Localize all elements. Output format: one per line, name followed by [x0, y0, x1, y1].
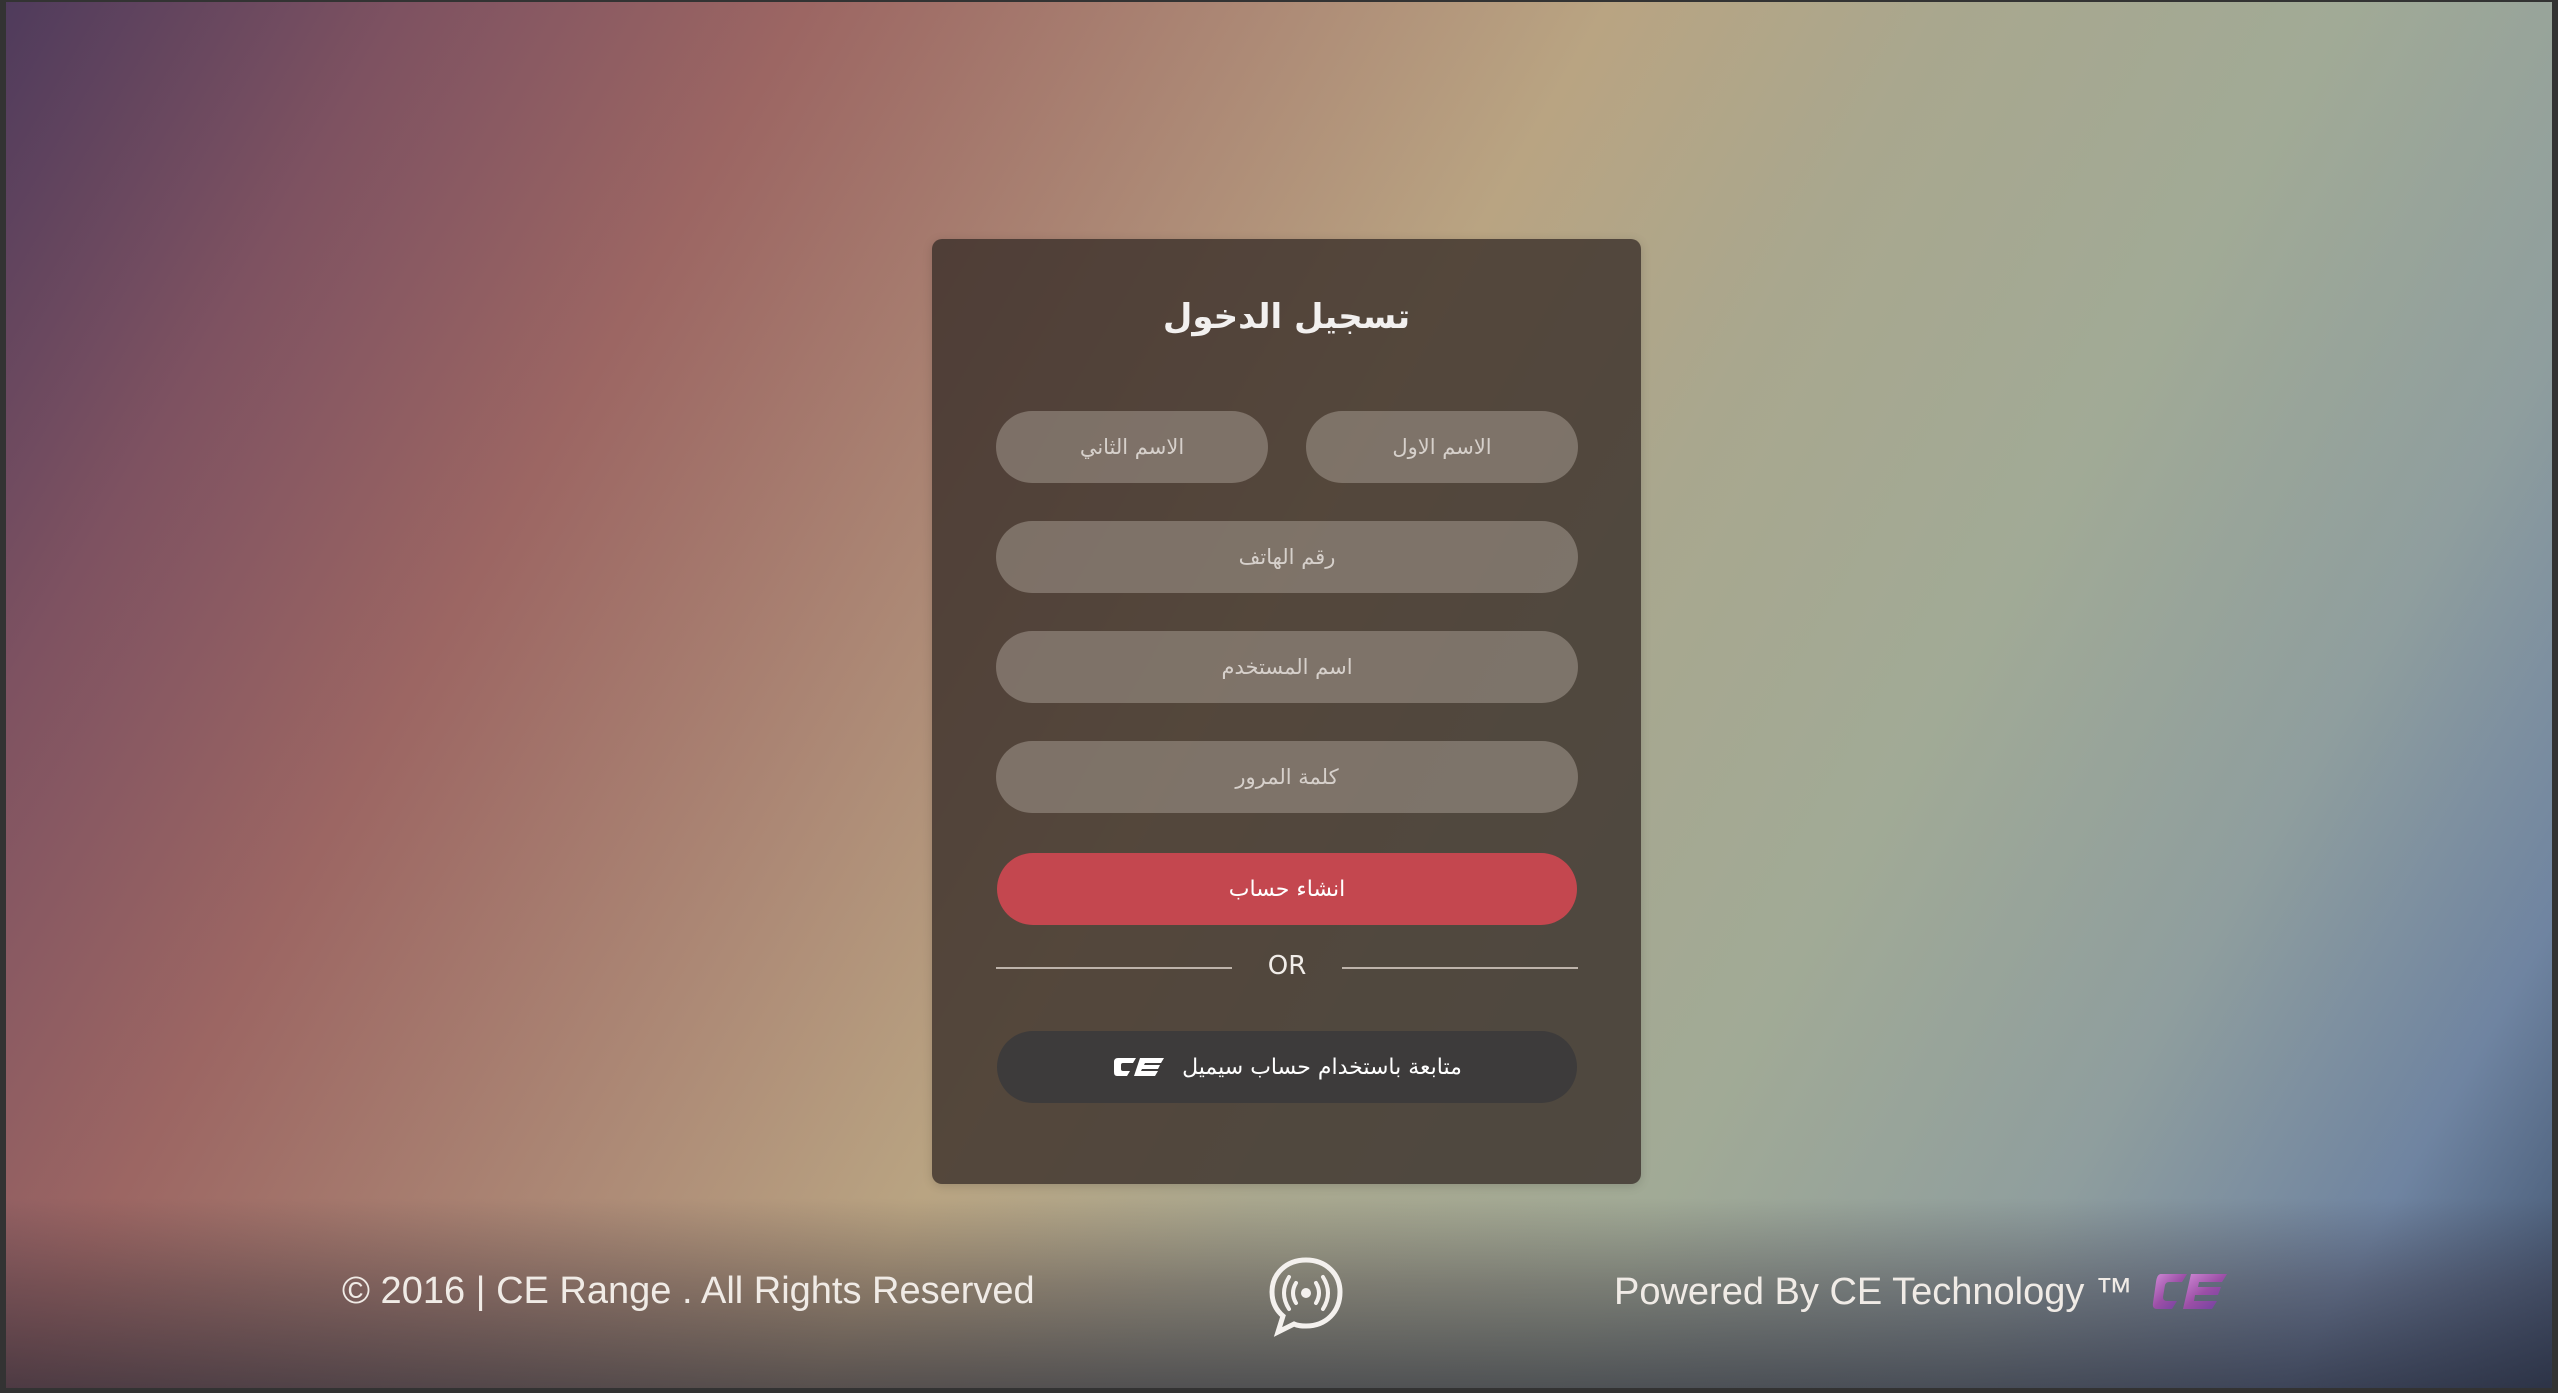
- ce-brand-logo-icon[interactable]: [2151, 1270, 2231, 1314]
- or-divider: OR: [996, 943, 1578, 993]
- copyright-text: © 2016 | CE Range . All Rights Reserved: [342, 1270, 1035, 1312]
- create-account-button[interactable]: انشاء حساب: [997, 853, 1577, 925]
- create-account-label: انشاء حساب: [1228, 876, 1346, 902]
- powered-by: Powered By CE Technology ™: [1614, 1270, 2231, 1314]
- ce-logo-icon: [1114, 1058, 1165, 1076]
- first-name-field[interactable]: [1306, 411, 1578, 483]
- password-field[interactable]: [996, 741, 1578, 813]
- phone-field[interactable]: [996, 521, 1578, 593]
- divider-line-right: [1342, 967, 1578, 969]
- continue-with-cemail-button[interactable]: متابعة باستخدام حساب سيميل: [997, 1031, 1577, 1103]
- signup-card: تسجيل الدخول انشاء حساب OR متابعة باستخد…: [932, 239, 1641, 1184]
- divider-text: OR: [1267, 951, 1307, 981]
- powered-by-text: Powered By CE Technology ™: [1614, 1270, 2133, 1313]
- page-background: تسجيل الدخول انشاء حساب OR متابعة باستخد…: [6, 2, 2552, 1388]
- last-name-field[interactable]: [996, 411, 1268, 483]
- form-title: تسجيل الدخول: [1162, 297, 1411, 337]
- username-field[interactable]: [996, 631, 1578, 703]
- broadcast-chat-icon[interactable]: [1264, 1254, 1348, 1338]
- continue-with-cemail-label: متابعة باستخدام حساب سيميل: [1182, 1054, 1462, 1080]
